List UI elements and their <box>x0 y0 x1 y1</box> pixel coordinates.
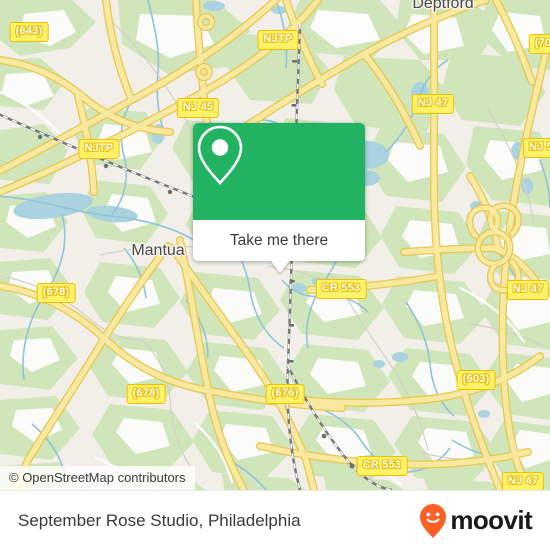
moovit-logo[interactable]: moovit <box>418 503 533 539</box>
road-shield-njtp-left: NJTP <box>78 139 120 159</box>
map-canvas[interactable]: .ga{fill:#cfe5b8;} .gb{fill:#d9ead0;} .w… <box>0 0 550 490</box>
popup-tail <box>270 260 290 273</box>
place-label-mantua: Mantua <box>131 242 185 259</box>
road-shield-cr553-low: CR 553 <box>356 456 408 476</box>
popup-card[interactable]: Take me there <box>193 123 365 261</box>
map-pin-icon <box>197 125 243 185</box>
location-popup[interactable]: Take me there <box>193 123 365 273</box>
popup-image-area <box>193 123 365 220</box>
place-label-deptford: Deptford <box>412 0 474 12</box>
road-shield-678-low: (678) <box>126 384 166 404</box>
road-shield-nj47-top: NJ 47 <box>411 94 455 114</box>
location-title: September Rose Studio, Philadelphia <box>18 510 301 530</box>
road-shield-678-left: (678) <box>36 283 76 303</box>
take-me-there-button[interactable]: Take me there <box>193 220 365 261</box>
road-shield-70: (70 <box>528 34 550 54</box>
road-shield-nj45: NJ 45 <box>176 98 220 118</box>
road-shield-676: (676) <box>265 384 305 404</box>
road-shield-603: (603) <box>456 370 496 390</box>
road-shield-nj55: NJ 5 <box>522 138 550 158</box>
road-shield-cr553-mid: CR 553 <box>315 279 367 299</box>
moovit-smiley-pin-icon <box>420 503 447 538</box>
osm-attribution[interactable]: © OpenStreetMap contributors <box>0 466 195 490</box>
footer-bar: September Rose Studio, Philadelphia moov… <box>0 490 550 550</box>
road-shield-nj47-low: NJ 47 <box>501 472 545 490</box>
road-shield-nj47-mid: NJ 47 <box>506 280 550 300</box>
road-shield-643: (643) <box>9 22 49 42</box>
road-shield-njtp-top: NJTP <box>257 30 299 50</box>
moovit-wordmark: moovit <box>450 505 532 535</box>
map-screenshot: .ga{fill:#cfe5b8;} .gb{fill:#d9ead0;} .w… <box>0 0 550 550</box>
